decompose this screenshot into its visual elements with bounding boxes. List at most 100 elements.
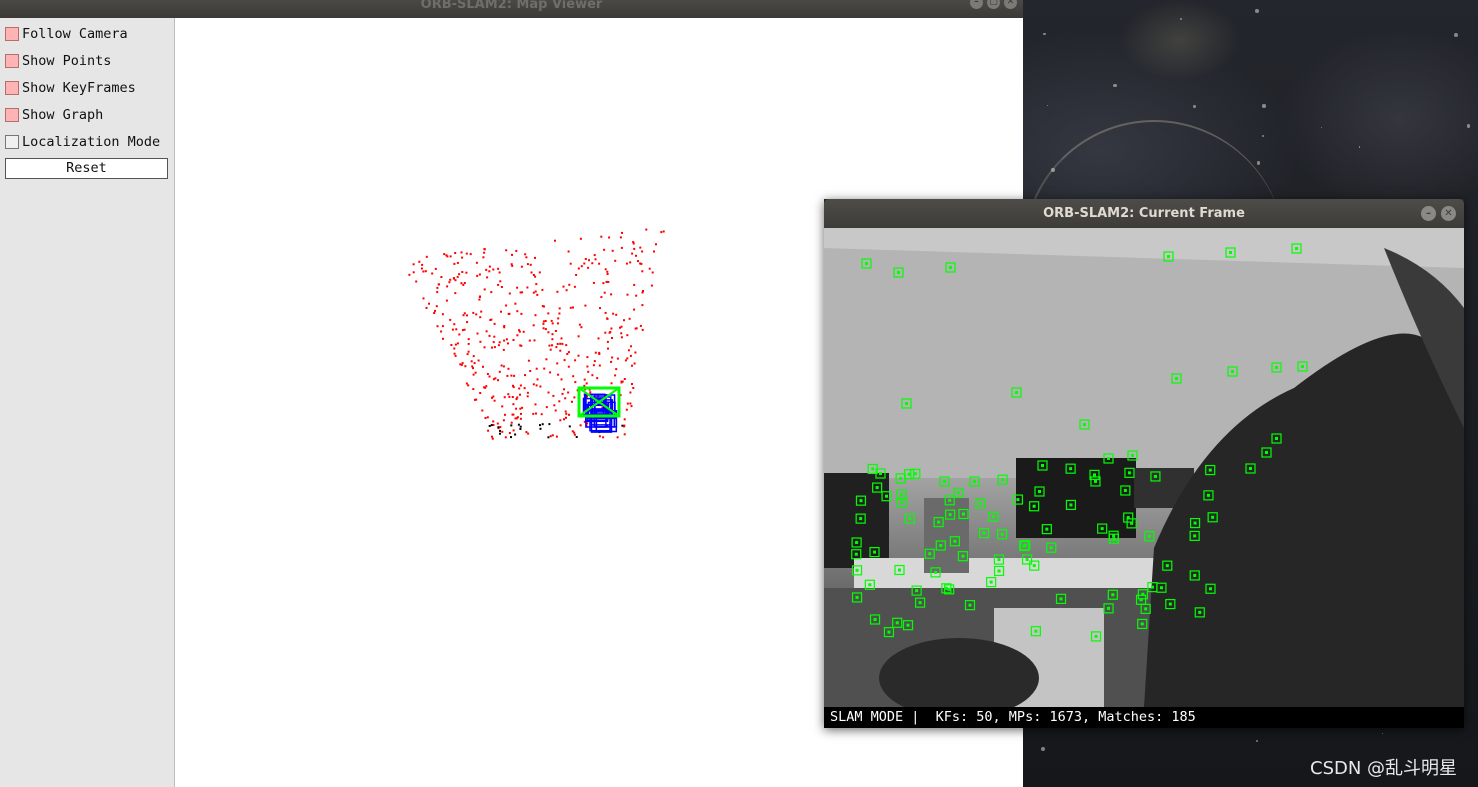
current-frame-titlebar[interactable]: ORB-SLAM2: Current Frame – ✕ [824,199,1464,228]
map-point [560,337,563,340]
map-point [558,400,561,403]
map-point [500,286,503,288]
map-point [505,338,508,341]
feature-point [1206,493,1210,497]
map-point [568,413,570,416]
map-point [569,262,572,265]
map-point [485,330,488,333]
close-icon[interactable]: ✕ [1441,206,1456,221]
map-point [580,326,583,329]
map-point [519,417,522,420]
feature-point [907,472,911,476]
map-point [616,357,619,360]
feature-point [1127,471,1131,475]
map-point [514,302,517,305]
feature-point [879,472,882,475]
show-graph-checkbox[interactable] [5,108,19,122]
wallpaper-star [1180,17,1183,20]
map-point [629,391,632,394]
map-point [490,424,493,427]
map-point [620,246,623,249]
maximize-icon[interactable]: ▢ [987,0,1000,9]
map-point [559,342,562,345]
map-point [604,331,607,334]
map-point [529,263,532,266]
map-point [436,291,439,294]
map-point [591,262,594,265]
option-localization-mode[interactable]: Localization Mode [5,133,160,151]
map-point [482,256,485,259]
feature-point [944,586,948,590]
map-point [491,396,493,399]
follow-camera-checkbox[interactable] [5,27,19,41]
show-keyframes-checkbox[interactable] [5,81,19,95]
map-point [585,382,588,385]
map-point [483,248,486,251]
minimize-icon[interactable]: – [970,0,983,9]
map-point [587,370,590,373]
map-point [532,383,535,386]
feature-point [899,493,903,497]
map-points [408,228,665,440]
map-point [512,429,515,432]
map-point [461,362,464,365]
map-point [453,262,456,265]
map-point [472,388,475,391]
map-point [534,256,536,259]
localization-mode-checkbox[interactable] [5,135,19,149]
map-point [623,433,626,436]
map-point [530,271,533,274]
map-point [478,273,481,276]
map-point [662,230,665,233]
option-show-graph[interactable]: Show Graph [5,106,103,124]
minimize-icon[interactable]: – [1421,206,1436,221]
map-point [467,350,470,353]
map-point [547,391,550,394]
map-point [633,247,636,250]
map-point [615,368,618,371]
map-point [532,291,535,294]
map-point [579,424,582,427]
map-point [490,318,493,321]
map-point [441,325,444,328]
feature-point [961,512,965,516]
feature-point [1032,504,1036,508]
map-point [614,374,617,377]
camera-frame-image [824,228,1464,707]
close-icon[interactable]: ✕ [1004,0,1017,9]
current-frame-title: ORB-SLAM2: Current Frame [1043,206,1245,221]
map-point [610,327,613,330]
show-points-checkbox[interactable] [5,54,19,68]
map-point [626,334,629,337]
reset-button[interactable]: Reset [5,158,168,179]
feature-point [1069,503,1073,507]
feature-point [1140,622,1144,626]
map-point [493,346,496,349]
map-viewer-titlebar[interactable]: ORB-SLAM2: Map Viewer – ▢ ✕ [0,0,1023,18]
map-point [490,291,493,294]
map-point [587,266,590,269]
map-point [608,331,611,334]
map-point [508,432,511,434]
option-show-points[interactable]: Show Points [5,52,111,70]
map-point [567,351,570,354]
feature-point [1167,255,1170,258]
map-point [508,395,511,398]
map-point [418,260,421,263]
map-point [571,400,573,403]
map-point [542,327,545,330]
map-point [462,283,465,286]
option-follow-camera[interactable]: Follow Camera [5,25,128,43]
map-point [641,250,644,253]
map-point [463,312,466,315]
map-point [454,292,457,295]
map-point [448,281,451,284]
map-point [510,436,512,439]
map-point [532,324,535,327]
map-point [567,391,570,394]
option-show-keyframes[interactable]: Show KeyFrames [5,79,136,97]
feature-point [1208,468,1212,472]
map-point [499,426,502,428]
option-label: Show Graph [22,107,104,123]
feature-point [855,568,859,572]
